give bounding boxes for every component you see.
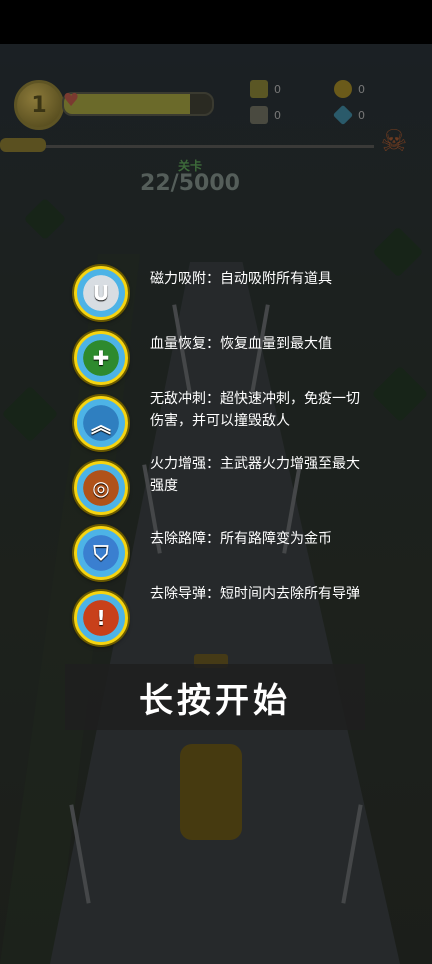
game-screen[interactable]: 1 ♥ 0 0 0 0 ☠ 关卡 22/5000 U 磁力吸附：自动吸附所有道具 ✚… xyxy=(0,0,432,964)
level-number: 1 xyxy=(31,92,47,118)
coin-counter: 0 xyxy=(334,80,365,98)
powerup-description: 去除导弹：短时间内去除所有导弹 xyxy=(150,586,360,602)
long-press-start-button[interactable]: 长按开始 xyxy=(65,664,365,730)
mission-progress: 22/5000 xyxy=(140,171,240,196)
powerup-item: ! 去除导弹：短时间内去除所有导弹 xyxy=(66,586,370,645)
powerup-description: 火力增强：主武器火力增强至最大强度 xyxy=(150,456,360,494)
magnet-icon: U xyxy=(74,266,128,320)
resource-a: 0 xyxy=(250,80,281,98)
target-crosshair-icon: ◎ xyxy=(74,461,128,515)
coin-icon xyxy=(334,80,352,98)
resource-a-count: 0 xyxy=(274,82,281,96)
gem-icon xyxy=(332,104,354,126)
powerup-item: U 磁力吸附：自动吸附所有道具 xyxy=(66,266,370,320)
gem-count: 0 xyxy=(358,108,365,122)
target-crosshair-glyph: ◎ xyxy=(92,476,110,500)
powerup-description: 血量恢复：恢复血量到最大值 xyxy=(150,336,332,352)
magnet-glyph: U xyxy=(92,281,110,305)
chevrons-up-glyph: ︽ xyxy=(91,412,111,437)
resource-b: 0 xyxy=(250,106,281,124)
skull-icon: ☠ xyxy=(380,124,408,159)
exclamation-icon: ! xyxy=(74,591,128,645)
green-cross-icon: ✚ xyxy=(74,331,128,385)
game-scene[interactable]: 1 ♥ 0 0 0 0 ☠ 关卡 22/5000 U 磁力吸附：自动吸附所有道具 ✚… xyxy=(0,44,432,964)
gem-counter: 0 xyxy=(332,104,365,126)
start-button-label: 长按开始 xyxy=(139,680,291,721)
chevrons-up-icon: ︽ xyxy=(74,396,128,450)
status-bar xyxy=(0,0,432,44)
player-progress-marker xyxy=(0,138,46,152)
coin-count: 0 xyxy=(358,82,365,96)
distance-progress-line xyxy=(44,145,374,148)
powerup-item: ✚ 血量恢复：恢复血量到最大值 xyxy=(66,331,370,385)
heart-icon: ♥ xyxy=(63,90,80,111)
level-badge: 1 xyxy=(14,80,64,130)
powerup-description: 无敌冲刺：超快速冲刺，免疫一切伤害，并可以撞毁敌人 xyxy=(150,391,360,429)
powerup-item: ︽ 无敌冲刺：超快速冲刺，免疫一切伤害，并可以撞毁敌人 xyxy=(66,391,370,450)
powerup-item: ⛉ 去除路障：所有路障变为金币 xyxy=(66,526,370,580)
powerup-description: 磁力吸附：自动吸附所有道具 xyxy=(150,271,332,287)
resource-b-count: 0 xyxy=(274,108,281,122)
powerup-item: ◎ 火力增强：主武器火力增强至最大强度 xyxy=(66,456,370,515)
box-icon xyxy=(250,106,268,124)
exclamation-glyph: ! xyxy=(96,606,106,630)
green-cross-glyph: ✚ xyxy=(92,346,110,370)
shield-glyph: ⛉ xyxy=(93,541,109,565)
crate-icon xyxy=(250,80,268,98)
shield-icon: ⛉ xyxy=(74,526,128,580)
powerup-description: 去除路障：所有路障变为金币 xyxy=(150,531,332,547)
